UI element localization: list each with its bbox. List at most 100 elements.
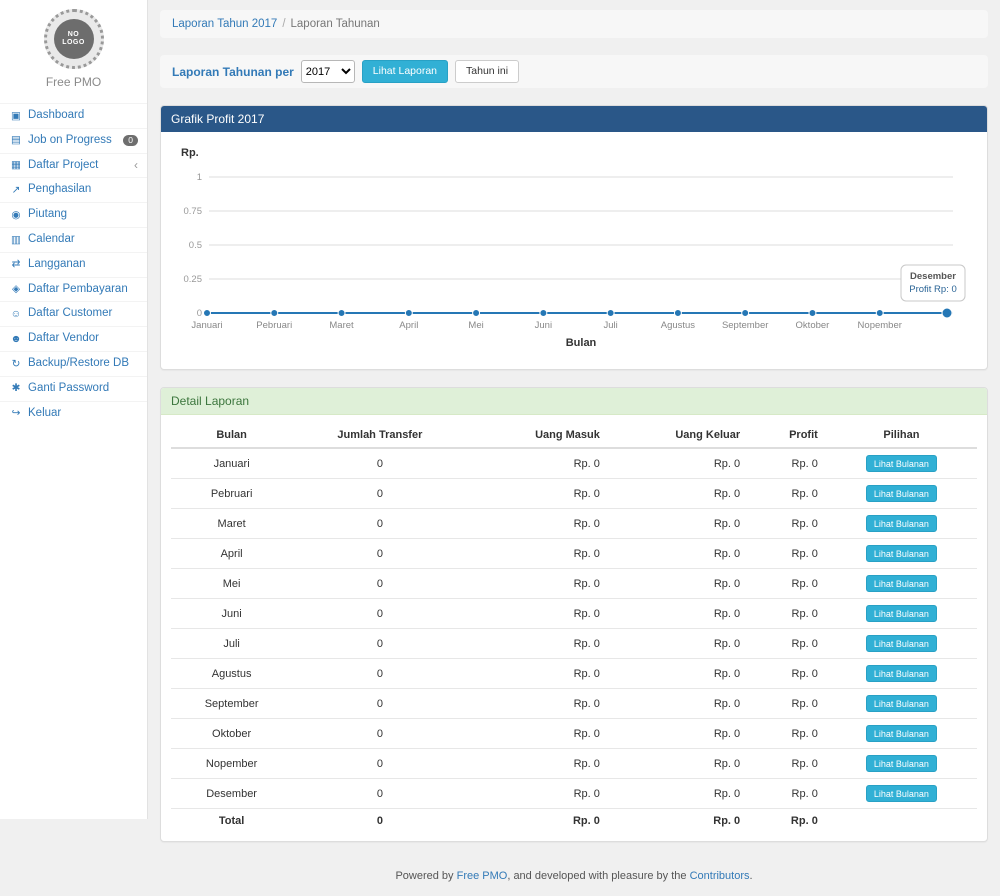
data-point[interactable] — [674, 310, 681, 317]
sidebar-item-keluar[interactable]: ↪Keluar — [0, 401, 147, 426]
lihat-bulanan-button[interactable]: Lihat Bulanan — [866, 485, 937, 502]
lihat-bulanan-button[interactable]: Lihat Bulanan — [866, 725, 937, 742]
table-cell: Oktober — [171, 719, 292, 749]
data-point[interactable] — [607, 310, 614, 317]
table-cell: Rp. 0 — [468, 539, 608, 569]
footer-text-1: Powered by — [395, 870, 456, 882]
sidebar-item-daftar-pembayaran[interactable]: ◈Daftar Pembayaran — [0, 277, 147, 302]
sidebar-item-label: Backup/Restore DB — [28, 357, 138, 371]
table-cell: Januari — [171, 448, 292, 479]
total-cell: Rp. 0 — [468, 809, 608, 834]
lihat-bulanan-button[interactable]: Lihat Bulanan — [866, 695, 937, 712]
total-cell: 0 — [292, 809, 467, 834]
footer-text-3: . — [750, 870, 753, 882]
table-cell: 0 — [292, 779, 467, 809]
report-form-bar: Laporan Tahunan per 2017 Lihat Laporan T… — [160, 55, 988, 88]
x-tick-label: Pebruari — [256, 320, 292, 331]
chart-panel: Grafik Profit 2017 Rp.00.250.50.751Janua… — [160, 105, 988, 370]
data-point[interactable] — [405, 310, 412, 317]
lihat-laporan-button[interactable]: Lihat Laporan — [362, 60, 448, 83]
footer-link-contributors[interactable]: Contributors — [690, 870, 750, 882]
tooltip-value: Profit Rp: 0 — [909, 284, 957, 295]
table-total-row: Total0Rp. 0Rp. 0Rp. 0 — [171, 809, 977, 834]
data-point[interactable] — [473, 310, 480, 317]
lihat-bulanan-button[interactable]: Lihat Bulanan — [866, 455, 937, 472]
table-cell: 0 — [292, 749, 467, 779]
sidebar-item-penghasilan[interactable]: ↗Penghasilan — [0, 177, 147, 202]
table-cell: Rp. 0 — [608, 779, 748, 809]
sidebar-item-job-on-progress[interactable]: ▤Job on Progress0 — [0, 128, 147, 153]
data-point[interactable] — [271, 310, 278, 317]
table-cell: Rp. 0 — [608, 539, 748, 569]
data-point[interactable] — [876, 310, 883, 317]
table-cell: Desember — [171, 779, 292, 809]
table-cell: Rp. 0 — [608, 629, 748, 659]
sidebar-item-ganti-password[interactable]: ✱Ganti Password — [0, 376, 147, 401]
logout-icon: ↪ — [9, 407, 23, 420]
table-header-row: BulanJumlah TransferUang MasukUang Kelua… — [171, 423, 977, 448]
sidebar-item-calendar[interactable]: ▥Calendar — [0, 227, 147, 252]
data-point[interactable] — [204, 310, 211, 317]
table-row: Desember0Rp. 0Rp. 0Rp. 0Lihat Bulanan — [171, 779, 977, 809]
table-cell-action: Lihat Bulanan — [826, 779, 977, 809]
year-select[interactable]: 2017 — [301, 60, 355, 83]
table-cell: Rp. 0 — [608, 659, 748, 689]
lihat-bulanan-button[interactable]: Lihat Bulanan — [866, 605, 937, 622]
table-cell: Juli — [171, 629, 292, 659]
lihat-bulanan-button[interactable]: Lihat Bulanan — [866, 545, 937, 562]
lihat-bulanan-button[interactable]: Lihat Bulanan — [866, 785, 937, 802]
data-point[interactable] — [809, 310, 816, 317]
sidebar-item-daftar-vendor[interactable]: ☻Daftar Vendor — [0, 326, 147, 351]
y-tick-label: 0.25 — [184, 274, 203, 285]
table-cell: Juni — [171, 599, 292, 629]
data-point[interactable] — [742, 310, 749, 317]
breadcrumb-current: Laporan Tahunan — [291, 18, 380, 30]
table-cell: Rp. 0 — [608, 448, 748, 479]
table-icon: ▦ — [9, 159, 23, 172]
data-point[interactable] — [338, 310, 345, 317]
table-cell-action: Lihat Bulanan — [826, 479, 977, 509]
table-cell-action: Lihat Bulanan — [826, 749, 977, 779]
profit-line-chart[interactable]: Rp.00.250.50.751JanuariPebruariMaretApri… — [171, 140, 977, 358]
vendors-icon: ☻ — [9, 333, 23, 346]
line-chart-icon: ↗ — [9, 184, 23, 197]
footer: Powered by Free PMO, and developed with … — [160, 859, 988, 896]
chart-y-axis-title: Rp. — [181, 147, 199, 159]
sidebar-item-dashboard[interactable]: ▣Dashboard — [0, 103, 147, 128]
lihat-bulanan-button[interactable]: Lihat Bulanan — [866, 635, 937, 652]
count-badge: 0 — [123, 135, 138, 147]
table-cell: Rp. 0 — [468, 569, 608, 599]
lihat-bulanan-button[interactable]: Lihat Bulanan — [866, 515, 937, 532]
table-cell: Rp. 0 — [608, 569, 748, 599]
breadcrumb-link[interactable]: Laporan Tahun 2017 — [172, 18, 277, 30]
table-row: Agustus0Rp. 0Rp. 0Rp. 0Lihat Bulanan — [171, 659, 977, 689]
sidebar-item-backup-restore-db[interactable]: ↻Backup/Restore DB — [0, 351, 147, 376]
table-row: Mei0Rp. 0Rp. 0Rp. 0Lihat Bulanan — [171, 569, 977, 599]
sidebar-item-langganan[interactable]: ⇄Langganan — [0, 252, 147, 277]
lihat-bulanan-button[interactable]: Lihat Bulanan — [866, 575, 937, 592]
table-cell: April — [171, 539, 292, 569]
lihat-bulanan-button[interactable]: Lihat Bulanan — [866, 665, 937, 682]
lihat-bulanan-button[interactable]: Lihat Bulanan — [866, 755, 937, 772]
tahun-ini-button[interactable]: Tahun ini — [455, 60, 519, 83]
sidebar-item-piutang[interactable]: ◉Piutang — [0, 202, 147, 227]
x-tick-label: April — [399, 320, 418, 331]
table-cell: Rp. 0 — [468, 779, 608, 809]
column-header: Uang Keluar — [608, 423, 748, 448]
dashboard-icon: ▣ — [9, 110, 23, 123]
table-row: September0Rp. 0Rp. 0Rp. 0Lihat Bulanan — [171, 689, 977, 719]
sidebar-item-daftar-project[interactable]: ▦Daftar Project‹ — [0, 153, 147, 178]
table-cell: Rp. 0 — [748, 629, 826, 659]
table-cell: 0 — [292, 719, 467, 749]
data-point[interactable] — [540, 310, 547, 317]
footer-link-freepmo[interactable]: Free PMO — [457, 870, 508, 882]
table-cell: Rp. 0 — [468, 509, 608, 539]
data-point[interactable] — [942, 308, 952, 318]
detail-panel-body: BulanJumlah TransferUang MasukUang Kelua… — [161, 415, 987, 841]
table-cell: Mei — [171, 569, 292, 599]
table-row: Juni0Rp. 0Rp. 0Rp. 0Lihat Bulanan — [171, 599, 977, 629]
sidebar-item-daftar-customer[interactable]: ☺Daftar Customer — [0, 301, 147, 326]
table-cell: Rp. 0 — [468, 479, 608, 509]
sidebar-item-label: Daftar Pembayaran — [28, 283, 138, 297]
column-header: Profit — [748, 423, 826, 448]
